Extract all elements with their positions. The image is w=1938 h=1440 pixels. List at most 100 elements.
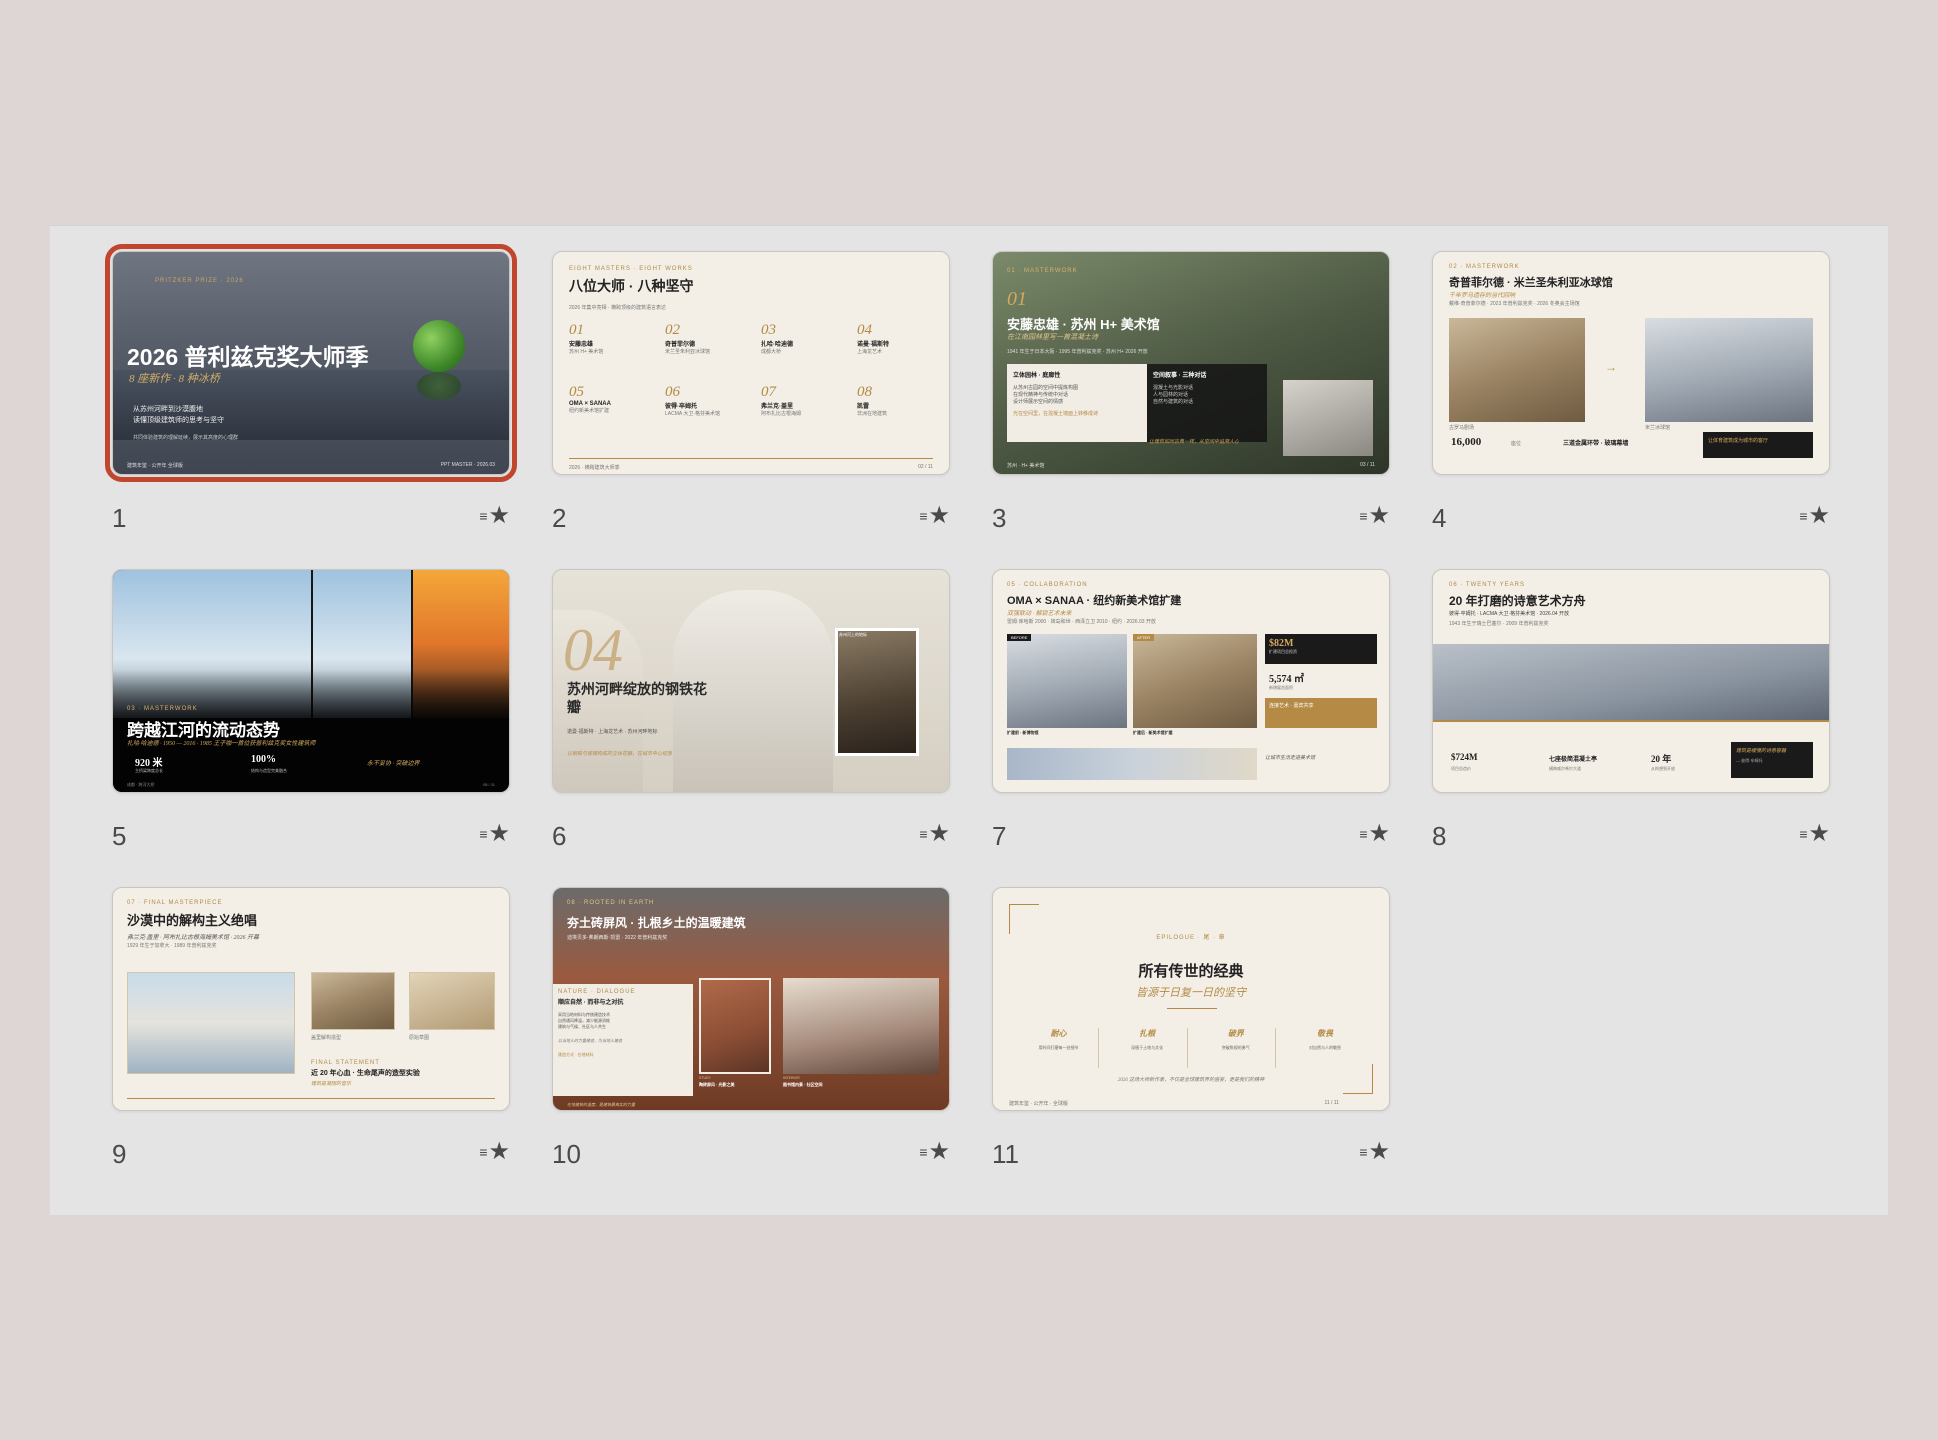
- photo-caption: 图书馆内景 · 社区空间: [783, 1082, 823, 1087]
- slide-number: 1: [112, 503, 127, 533]
- slide-thumbnail-6[interactable]: 04 苏州河畔绽放的钢铁花瓣 诺曼·福斯特 · 上海龙艺术 · 苏州河畔地标 以…: [552, 569, 950, 793]
- slide-thumbnail-7[interactable]: 05 · COLLABORATION OMA × SANAA · 纽约新美术馆扩…: [992, 569, 1390, 793]
- slide-footer-left: 苏州 · H+ 美术馆: [1007, 463, 1045, 469]
- stat-label: 从构想到开放: [1651, 766, 1675, 771]
- slide-subtitle: 诺曼·福斯特 · 上海龙艺术 · 苏州河畔地标: [567, 729, 658, 735]
- slide-transition-icon[interactable]: ≡ ★: [919, 501, 950, 530]
- info-card: 空间叙事 · 三种对话 混凝土与光影对话 人与园林的对话 自然与建筑的对话: [1147, 364, 1267, 442]
- slide-transition-icon[interactable]: ≡ ★: [1359, 819, 1390, 848]
- slide-cell-3[interactable]: 01 · MASTERWORK 01 安藤忠雄 · 苏州 H+ 美术馆 在江南园…: [992, 251, 1390, 533]
- slide-subtitle: 2026 年集中亮相 · 横跨顶级的建筑语言表达: [569, 305, 666, 311]
- slide-number-large: 04: [563, 617, 623, 683]
- slide-thumbnail-9[interactable]: 07 · FINAL MASTERPIECE 沙漠中的解构主义绝唱 弗兰克·盖里…: [112, 887, 510, 1111]
- grid-item: 04 诺曼·福斯特 上海龙艺术: [857, 322, 889, 355]
- slide-eyebrow: 05 · COLLABORATION: [1007, 582, 1088, 588]
- grid-item: 01 安藤忠雄 苏州 H+ 美术馆: [569, 322, 604, 355]
- slide-subtitle: 在江南园林里写一首混凝土诗: [1007, 333, 1098, 341]
- value-col: 破界 突破陈规的勇气: [1196, 1028, 1277, 1068]
- slide-number: 2: [552, 503, 567, 533]
- photo-caption: 扩建后 · 新美术馆扩建: [1133, 730, 1173, 735]
- slide-footer: 在地建筑的温度，是建筑最真实的力量: [567, 1102, 635, 1107]
- slide-eyebrow: 07 · FINAL MASTERPIECE: [127, 900, 223, 906]
- slide-number: 11: [992, 1139, 1019, 1169]
- slide-title: OMA × SANAA · 纽约新美术馆扩建: [1007, 595, 1182, 607]
- slide-title: 所有传世的经典: [1138, 963, 1244, 980]
- slide-meta: 雷姆·库哈斯 2000 · 妹岛和世 · 西泽立卫 2010 · 纽约 · 20…: [1007, 619, 1156, 625]
- values-row: 耐心 用时间打磨每一处细节 扎根 深植于土地与文化 破界 突破陈规的勇气 敬畏 …: [1019, 1028, 1365, 1068]
- photo-caption: 米兰冰球馆: [1645, 425, 1671, 431]
- slide-cell-11[interactable]: EPILOGUE · 尾 · 章 所有传世的经典 皆源于日复一日的坚守 耐心 用…: [992, 887, 1390, 1169]
- slide-footer-right: PPT MASTER · 2026.03: [440, 462, 495, 468]
- slide-cell-5[interactable]: 03 · MASTERWORK 跨越江河的流动态势 扎哈·哈迪德 · 1950 …: [112, 569, 510, 851]
- info-card: 立体园林 · 庭廊性 从苏州古园的空间中提炼构图 在现代精神与传统中对话 设计师…: [1007, 364, 1147, 442]
- slide-number: 9: [112, 1139, 127, 1169]
- photo-caption: 扩建前 · 新博物馆: [1007, 730, 1039, 735]
- slide-subtitle: 迪埃贝多·弗朗西斯·凯雷 · 2022 年普利兹克奖: [567, 935, 668, 941]
- slide-title: 沙漠中的解构主义绝唱: [127, 913, 258, 928]
- slide-transition-icon[interactable]: ≡ ★: [1359, 1137, 1390, 1166]
- slide-cell-1[interactable]: PRITZKER PRIZE · 2026 2026 普利兹克奖大师季 8 座新…: [105, 244, 517, 533]
- slide-title: 2026 普利兹克奖大师季: [127, 344, 369, 370]
- sketch-photo: [409, 972, 495, 1030]
- slide-title: 安藤忠雄 · 苏州 H+ 美术馆: [1007, 317, 1160, 332]
- slide-thumbnail-11[interactable]: EPILOGUE · 尾 · 章 所有传世的经典 皆源于日复一日的坚守 耐心 用…: [992, 887, 1390, 1111]
- slide-footer-right: 11 / 11: [1324, 1100, 1339, 1106]
- slide-transition-icon[interactable]: ≡ ★: [479, 819, 510, 848]
- interior-photo: [783, 978, 939, 1074]
- aerial-photo: [1433, 644, 1829, 722]
- building-photo: [1283, 380, 1373, 456]
- slide-thumbnail-4[interactable]: 02 · MASTERWORK 奇普菲尔德 · 米兰圣朱利亚冰球馆 千年罗马遗存…: [1432, 251, 1830, 475]
- slide-subtitle: 8 座新作 · 8 种冰桥: [129, 373, 220, 385]
- museum-photo: [127, 972, 295, 1074]
- slide-thumbnail-1[interactable]: PRITZKER PRIZE · 2026 2026 普利兹克奖大师季 8 座新…: [105, 244, 517, 482]
- stat-value: 920 米: [135, 758, 163, 769]
- slide-cell-2[interactable]: EIGHT MASTERS · EIGHT WORKS 八位大师 · 八种坚守 …: [552, 251, 950, 533]
- panorama-photo: [1007, 748, 1257, 780]
- slide-number: 7: [992, 821, 1007, 851]
- photo-tag: 苏州河上的地标: [839, 632, 867, 637]
- slide-thumbnail-3[interactable]: 01 · MASTERWORK 01 安藤忠雄 · 苏州 H+ 美术馆 在江南园…: [992, 251, 1390, 475]
- stat-card: 连接艺术 · 嘉宾共享: [1265, 698, 1377, 728]
- slide-number: 8: [1432, 821, 1447, 851]
- building-photo: [835, 628, 919, 756]
- slide-transition-icon[interactable]: ≡ ★: [479, 1137, 510, 1166]
- slide-footer-left: 建筑年鉴 · 公开年 · 全球版: [1009, 1101, 1068, 1107]
- slide-cell-8[interactable]: 06 · TWENTY YEARS 20 年打磨的诗意艺术方舟 彼得·卒姆托 ·…: [1432, 569, 1830, 851]
- photo-tag: INTERIOR: [783, 1076, 800, 1080]
- slide-cell-6[interactable]: 04 苏州河畔绽放的钢铁花瓣 诺曼·福斯特 · 上海龙艺术 · 苏州河畔地标 以…: [552, 569, 950, 851]
- slide-cell-10[interactable]: 08 · ROOTED IN EARTH 夯土砖屏风 · 扎根乡土的温暖建筑 迪…: [552, 887, 950, 1169]
- slide-note: 共同体验建筑的理解延续，展示其高度的心理群: [133, 435, 239, 441]
- slide-meta: 1929 年生于加拿大 · 1989 年普利兹克奖: [127, 943, 217, 949]
- slide-footer-right: 05 / 11: [483, 782, 495, 787]
- slide-transition-icon[interactable]: ≡ ★: [1799, 819, 1830, 848]
- slide-title: 夯土砖屏风 · 扎根乡土的温暖建筑: [567, 916, 746, 930]
- slide-subtitle: 千年罗马遗存的当代回响: [1449, 293, 1516, 299]
- stat-label: 项目总造价: [1451, 766, 1471, 771]
- slide-transition-icon[interactable]: ≡ ★: [1799, 501, 1830, 530]
- slide-cell-4[interactable]: 02 · MASTERWORK 奇普菲尔德 · 米兰圣朱利亚冰球馆 千年罗马遗存…: [1432, 251, 1830, 533]
- slide-footer-right: 02 / 11: [918, 464, 933, 470]
- stat-card: $82M 扩建项目总投资: [1265, 634, 1377, 664]
- slide-transition-icon[interactable]: ≡ ★: [479, 501, 510, 530]
- slide-transition-icon[interactable]: ≡ ★: [919, 1137, 950, 1166]
- slide-thumbnail-8[interactable]: 06 · TWENTY YEARS 20 年打磨的诗意艺术方舟 彼得·卒姆托 ·…: [1432, 569, 1830, 793]
- slide-thumbnail-10[interactable]: 08 · ROOTED IN EARTH 夯土砖屏风 · 扎根乡土的温暖建筑 迪…: [552, 887, 950, 1111]
- photo-caption: 原始草图: [409, 1035, 430, 1041]
- slide-thumbnail-5[interactable]: 03 · MASTERWORK 跨越江河的流动态势 扎哈·哈迪德 · 1950 …: [112, 569, 510, 793]
- slide-note: 以钢铁与玻璃构成的立体花瓣，在城市中心绽放: [567, 752, 673, 757]
- slide-subtitle: 扎哈·哈迪德 · 1950 — 2016 · 1985 王子咖一首位获普利兹克奖…: [127, 741, 316, 747]
- stat-value: 20 年: [1651, 754, 1672, 764]
- slide-transition-icon[interactable]: ≡ ★: [1359, 501, 1390, 530]
- slide-number-large: 01: [1007, 288, 1027, 310]
- slide-transition-icon[interactable]: ≡ ★: [919, 819, 950, 848]
- slide-cell-7[interactable]: 05 · COLLABORATION OMA × SANAA · 纽约新美术馆扩…: [992, 569, 1390, 851]
- grid-item: 06 彼得·卒姆托 LACMA 大卫·格芬美术馆: [665, 384, 721, 417]
- slide-thumbnail-2[interactable]: EIGHT MASTERS · EIGHT WORKS 八位大师 · 八种坚守 …: [552, 251, 950, 475]
- slide-quote: 2026 这场大师新作季，不仅是全球建筑界的盛宴，更是我们的精神: [1117, 1078, 1265, 1083]
- slide-title: 20 年打磨的诗意艺术方舟: [1449, 594, 1586, 608]
- slide-cell-9[interactable]: 07 · FINAL MASTERPIECE 沙漠中的解构主义绝唱 弗兰克·盖里…: [112, 887, 510, 1169]
- slide-eyebrow: 06 · TWENTY YEARS: [1449, 582, 1526, 588]
- side-note: 让城市生活走进美术馆: [1265, 756, 1316, 761]
- stat-label: 座位: [1511, 441, 1522, 447]
- photo-caption: 陶砖屏风 · 光影之美: [699, 1082, 735, 1087]
